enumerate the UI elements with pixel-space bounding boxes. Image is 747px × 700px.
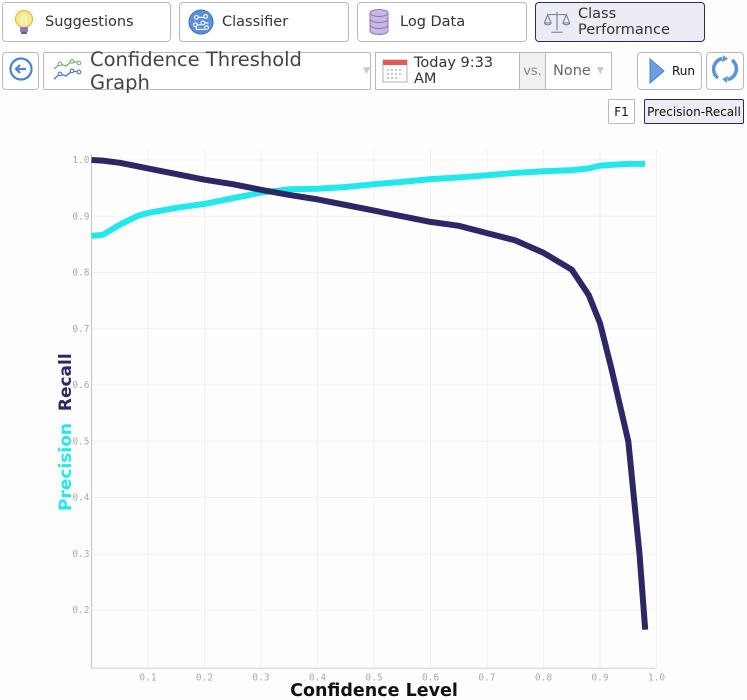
y-tick-label: 0.8 [72, 268, 89, 279]
y-axis-title-recall: Recall [56, 353, 76, 423]
tab-class-performance[interactable]: Class Performance [535, 2, 705, 42]
x-tick-label: 0.9 [591, 672, 608, 683]
tab-classifier[interactable]: Classifier [179, 2, 349, 42]
scales-icon [544, 9, 570, 35]
y-tick-label: 0.5 [72, 436, 89, 447]
series-line-recall [91, 157, 649, 630]
x-tick-label: 0.8 [535, 672, 552, 683]
back-button[interactable] [2, 52, 39, 90]
x-tick-label: 0.4 [309, 672, 326, 683]
y-tick-label: 0.4 [72, 493, 89, 504]
tab-label: Class Performance [578, 6, 670, 38]
database-icon [366, 9, 392, 35]
f1-toggle[interactable]: F1 [608, 99, 635, 124]
refresh-button[interactable] [706, 52, 744, 90]
graph-type-value: Confidence Threshold Graph [90, 48, 302, 94]
x-tick-label: 1.0 [648, 672, 665, 683]
y-tick-label: 0.9 [72, 211, 89, 222]
y-axis-title: Precision Recall [56, 353, 76, 511]
circuit-icon [188, 9, 214, 35]
y-tick-label: 1.0 [72, 155, 89, 166]
y-tick-label: 0.3 [72, 549, 89, 560]
x-tick-label: 0.3 [252, 672, 269, 683]
x-axis-title: Confidence Level [290, 681, 458, 700]
x-tick-label: 0.6 [422, 672, 439, 683]
tab-label: Suggestions [45, 14, 134, 30]
refresh-icon [710, 54, 740, 88]
calendar-icon [382, 58, 408, 84]
y-tick-label: 0.7 [72, 324, 89, 335]
compare-value: None [553, 63, 591, 79]
tab-log-data[interactable]: Log Data [357, 2, 527, 42]
run-label: Run [672, 64, 696, 78]
x-tick-label: 0.1 [139, 672, 156, 683]
series-line-precision [91, 160, 646, 239]
x-tick-label: 0.5 [365, 672, 382, 683]
x-tick-label: 0.2 [196, 672, 213, 683]
date-select[interactable]: Today 9:33 AM [375, 52, 520, 90]
x-tick-label: 0.7 [478, 672, 495, 683]
vs-label: vs. [519, 52, 546, 90]
back-arrow-icon [8, 57, 33, 85]
date-value: Today 9:33 AM [414, 55, 494, 87]
y-axis-title-precision: Precision [56, 423, 76, 511]
run-button[interactable]: Run [637, 52, 702, 90]
tab-label: Log Data [400, 14, 466, 30]
tab-label: Classifier [222, 14, 289, 30]
line-graph-icon [52, 59, 82, 83]
y-tick-label: 0.6 [72, 380, 89, 391]
precision-recall-toggle[interactable]: Precision-Recall [644, 99, 744, 124]
lightbulb-icon [11, 9, 37, 35]
play-icon [648, 58, 666, 84]
chevron-down-icon: ▼ [596, 66, 604, 76]
tab-suggestions[interactable]: Suggestions [2, 2, 171, 42]
graph-type-select[interactable]: Confidence Threshold Graph ▼ [43, 48, 371, 94]
chevron-down-icon: ▼ [363, 66, 370, 76]
compare-select[interactable]: None ▼ [545, 52, 612, 90]
y-tick-label: 0.2 [72, 605, 89, 616]
